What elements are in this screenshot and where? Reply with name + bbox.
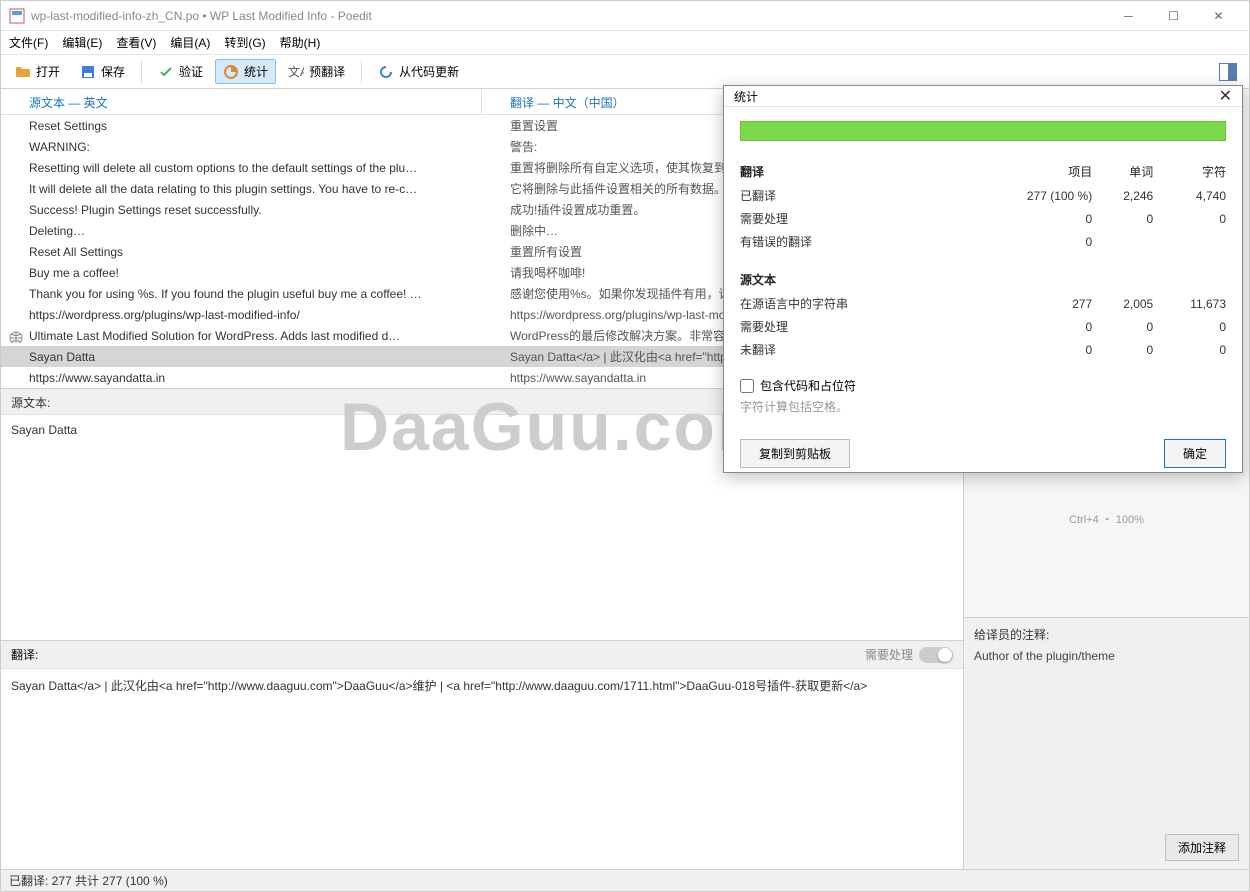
fromcode-label: 从代码更新 (399, 63, 459, 80)
verify-button[interactable]: 验证 (150, 59, 211, 84)
toolbar-separator (141, 61, 142, 83)
titlebar: wp-last-modified-info-zh_CN.po • WP Last… (1, 1, 1249, 31)
notes-label: 给译员的注释: (974, 626, 1239, 643)
needs-work-toggle[interactable] (919, 647, 953, 663)
source-header[interactable]: 源文本 — 英文 (1, 89, 482, 114)
menu-entry[interactable]: 编目(A) (170, 34, 210, 51)
needs-work-label: 需要处理 (865, 646, 913, 663)
menubar: 文件(F) 编辑(E) 查看(V) 编目(A) 转到(G) 帮助(H) (1, 31, 1249, 55)
piechart-icon (223, 64, 239, 80)
menu-edit[interactable]: 编辑(E) (62, 34, 102, 51)
dialog-titlebar: 统计 ✕ (724, 86, 1242, 107)
dialog-footer: 复制到剪贴板 确定 (724, 429, 1242, 478)
window-title: wp-last-modified-info-zh_CN.po • WP Last… (31, 9, 372, 23)
add-note-button[interactable]: 添加注释 (1165, 834, 1239, 861)
translation-textarea[interactable]: Sayan Datta</a> | 此汉化由<a href="http://ww… (1, 669, 963, 869)
menu-help[interactable]: 帮助(H) (280, 34, 321, 51)
svg-text:文A: 文A (288, 64, 304, 79)
col-items: 项目 (959, 159, 1092, 184)
notes-text: Author of the plugin/theme (974, 649, 1239, 834)
status-text: 已翻译: 277 共计 277 (100 %) (9, 872, 168, 889)
translation-label: 翻译: (11, 646, 38, 663)
menu-view[interactable]: 查看(V) (116, 34, 156, 51)
ok-button[interactable]: 确定 (1164, 439, 1226, 468)
include-code-checkbox[interactable] (740, 379, 754, 393)
copy-clipboard-button[interactable]: 复制到剪贴板 (740, 439, 850, 468)
save-button[interactable]: 保存 (72, 59, 133, 84)
toolbar: 打开 保存 验证 统计 文A 预翻译 从代码更新 (1, 55, 1249, 89)
save-icon (80, 64, 96, 80)
save-label: 保存 (101, 63, 125, 80)
stats-table: 翻译 项目 单词 字符 已翻译277 (100 %)2,2464,740 需要处… (740, 159, 1226, 361)
folder-open-icon (15, 64, 31, 80)
progress-bar (740, 121, 1226, 141)
col-words: 单词 (1092, 159, 1153, 184)
pretranslate-button[interactable]: 文A 预翻译 (280, 59, 353, 84)
pretranslate-label: 预翻译 (309, 63, 345, 80)
menu-file[interactable]: 文件(F) (9, 34, 48, 51)
stats-button[interactable]: 统计 (215, 59, 276, 84)
update-from-code-button[interactable]: 从代码更新 (370, 59, 467, 84)
col-chars: 字符 (1153, 159, 1226, 184)
translation-panel: 翻译: 需要处理 Sayan Datta</a> | 此汉化由<a href="… (1, 640, 963, 869)
include-code-checkbox-row: 包含代码和占位符 (740, 377, 1226, 394)
translation-label-bar: 翻译: 需要处理 (1, 641, 963, 669)
dialog-close-icon[interactable]: ✕ (1219, 86, 1232, 106)
zoom-hint: Ctrl+4 ・ 100% (964, 489, 1249, 535)
maximize-button[interactable]: ☐ (1151, 2, 1196, 30)
globe-icon (9, 331, 23, 343)
char-count-hint: 字符计算包括空格。 (740, 398, 1226, 415)
section-translation: 翻译 (740, 159, 959, 184)
needs-work-toggle-wrap: 需要处理 (865, 646, 953, 663)
include-code-label: 包含代码和占位符 (760, 377, 856, 394)
menu-goto[interactable]: 转到(G) (224, 34, 265, 51)
notes-panel: 给译员的注释: Author of the plugin/theme 添加注释 (964, 617, 1249, 869)
toolbar-separator (361, 61, 362, 83)
sidebar-toggle-icon[interactable] (1219, 63, 1237, 81)
dialog-title: 统计 (734, 88, 758, 105)
open-button[interactable]: 打开 (7, 59, 68, 84)
refresh-code-icon (378, 64, 394, 80)
window-controls: ─ ☐ ✕ (1106, 2, 1241, 30)
open-label: 打开 (36, 63, 60, 80)
section-source: 源文本 (740, 267, 959, 292)
translate-icon: 文A (288, 64, 304, 80)
statusbar: 已翻译: 277 共计 277 (100 %) (1, 869, 1249, 891)
close-button[interactable]: ✕ (1196, 2, 1241, 30)
verify-label: 验证 (179, 63, 203, 80)
check-icon (158, 64, 174, 80)
stats-label: 统计 (244, 63, 268, 80)
dialog-body: 翻译 项目 单词 字符 已翻译277 (100 %)2,2464,740 需要处… (724, 107, 1242, 429)
app-icon (9, 8, 25, 24)
minimize-button[interactable]: ─ (1106, 2, 1151, 30)
statistics-dialog: 统计 ✕ 翻译 项目 单词 字符 已翻译277 (100 %)2,2464,74… (723, 85, 1243, 473)
